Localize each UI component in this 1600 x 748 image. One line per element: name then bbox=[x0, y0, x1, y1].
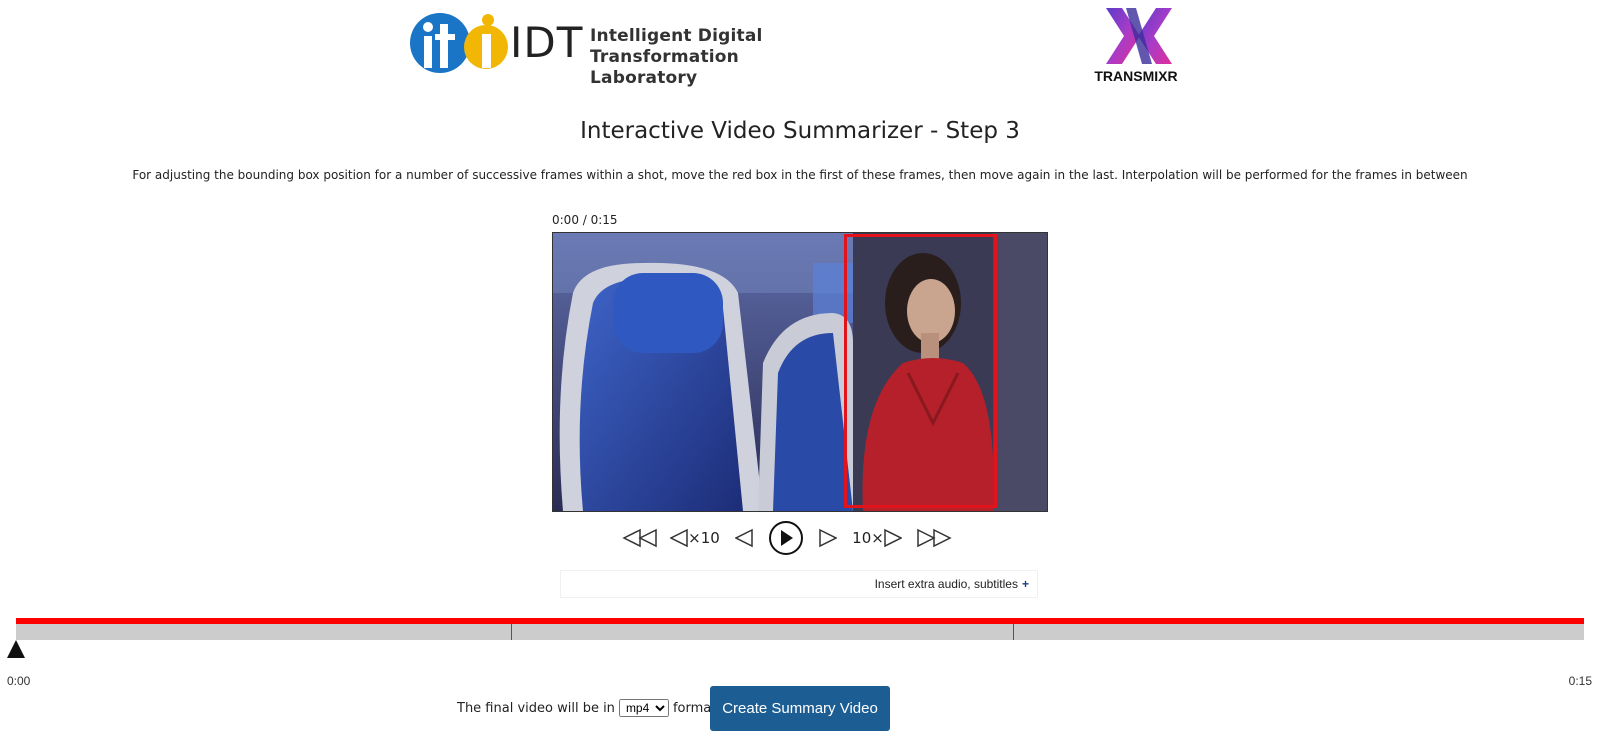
right-triangle-icon bbox=[884, 528, 902, 548]
play-button[interactable] bbox=[766, 518, 806, 558]
page-title: Interactive Video Summarizer - Step 3 bbox=[580, 118, 1020, 144]
lab-name-line2: Laboratory bbox=[590, 68, 698, 88]
playback-controls: ×10 10× bbox=[620, 518, 980, 558]
double-right-triangle-icon bbox=[917, 528, 952, 548]
format-select[interactable]: mp4 bbox=[618, 699, 669, 717]
lab-name: Intelligent Digital Transformation Labor… bbox=[590, 26, 880, 89]
video-frame[interactable] bbox=[552, 232, 1048, 512]
back-1-frame-button[interactable] bbox=[732, 518, 756, 558]
idt-wordmark: IDT bbox=[510, 18, 584, 67]
transmixr-label: TRANSMIXR bbox=[1094, 68, 1178, 84]
instructions-text: For adjusting the bounding box position … bbox=[132, 168, 1468, 182]
jump-to-end-button[interactable] bbox=[914, 518, 954, 558]
forward-1-frame-button[interactable] bbox=[816, 518, 840, 558]
right-triangle-icon bbox=[819, 528, 837, 548]
format-prefix-text: The final video will be in bbox=[457, 700, 615, 716]
back-10-frames-button[interactable]: ×10 bbox=[670, 518, 720, 558]
left-triangle-icon bbox=[670, 528, 688, 548]
forward-10-frames-button[interactable]: 10× bbox=[852, 518, 902, 558]
create-summary-video-button[interactable]: Create Summary Video bbox=[710, 686, 890, 731]
shot-boundary-marker bbox=[511, 624, 512, 640]
timeline-start-label: 0:00 bbox=[7, 674, 31, 688]
shot-boundary-marker bbox=[1013, 624, 1014, 640]
timeline-end-label: 0:15 bbox=[1568, 674, 1592, 688]
insert-extras-label: Insert extra audio, subtitles bbox=[874, 577, 1018, 591]
lab-name-line1: Intelligent Digital Transformation bbox=[590, 26, 763, 67]
timeline-track[interactable] bbox=[16, 624, 1584, 640]
forward-10-label: 10× bbox=[852, 529, 884, 547]
double-left-triangle-icon bbox=[622, 528, 657, 548]
iti-idt-logo: IDT Intelligent Digital Transformation L… bbox=[410, 10, 880, 88]
plus-icon: + bbox=[1021, 577, 1029, 591]
playhead-marker[interactable] bbox=[7, 640, 25, 658]
play-icon bbox=[769, 521, 803, 555]
extras-panel: Insert extra audio, subtitles + bbox=[560, 570, 1038, 598]
insert-extras-link[interactable]: Insert extra audio, subtitles + bbox=[875, 577, 1029, 591]
jump-to-start-button[interactable] bbox=[620, 518, 660, 558]
time-readout: 0:00 / 0:15 bbox=[552, 213, 618, 227]
transmixr-logo: TRANSMIXR bbox=[1088, 6, 1184, 86]
bounding-box[interactable] bbox=[844, 234, 997, 508]
transmixr-x-icon bbox=[1106, 8, 1172, 64]
left-triangle-icon bbox=[735, 528, 753, 548]
iti-logo-icon bbox=[410, 13, 508, 73]
format-row: The final video will be in mp4 format. bbox=[457, 699, 720, 717]
back-10-label: ×10 bbox=[688, 529, 720, 547]
